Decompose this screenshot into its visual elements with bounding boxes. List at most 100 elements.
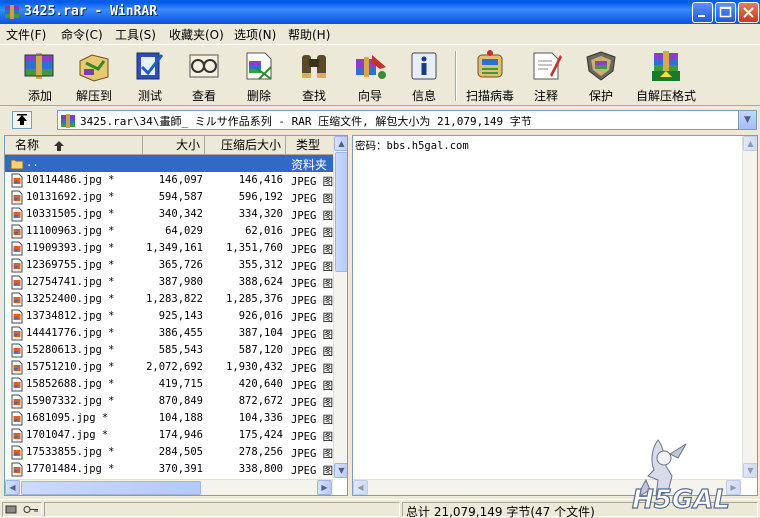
- column-packed-label: 压缩后大小: [220, 138, 281, 152]
- file-type: JPEG 图: [291, 431, 334, 443]
- comment-button[interactable]: 注释: [520, 49, 572, 103]
- view-label: 查看: [191, 89, 216, 103]
- jpeg-file-icon: [11, 190, 23, 205]
- comment-scroll-up-button[interactable]: ▲: [743, 136, 757, 151]
- up-one-level-button[interactable]: [12, 111, 32, 129]
- file-packed-size: 1,351,760: [226, 242, 283, 254]
- menu-tools[interactable]: 工具(S): [115, 26, 156, 43]
- file-rows: .. 资料夹 10114486.jpg * 146,097 146,416 JPEG 图1…: [5, 155, 335, 478]
- test-button[interactable]: 测试: [124, 49, 176, 103]
- parent-folder-row[interactable]: .. 资料夹: [5, 155, 335, 172]
- extract-to-button[interactable]: 解压到: [68, 49, 120, 103]
- window-title: 3425.rar - WinRAR: [24, 4, 158, 19]
- table-row[interactable]: 17533855.jpg * 284,505 278,256 JPEG 图: [5, 444, 335, 461]
- column-size[interactable]: 大小: [143, 136, 205, 155]
- table-row[interactable]: 15907332.jpg * 870,849 872,672 JPEG 图: [5, 393, 335, 410]
- column-packed[interactable]: 压缩后大小: [205, 136, 286, 155]
- file-type: 资料夹: [291, 158, 328, 172]
- path-text: 3425.rar\34\畫師_ ミルサ作品系列 - RAR 压缩文件, 解包大小…: [80, 115, 532, 128]
- sfx-button[interactable]: 自解压格式: [634, 49, 698, 103]
- file-type: JPEG 图: [291, 244, 334, 256]
- table-row[interactable]: 12754741.jpg * 387,980 388,624 JPEG 图: [5, 274, 335, 291]
- column-name[interactable]: 名称: [5, 136, 143, 155]
- file-name: 1701047.jpg *: [26, 429, 109, 441]
- jpeg-file-icon: [11, 309, 23, 324]
- sort-ascending-icon: [54, 141, 64, 151]
- scroll-left-button[interactable]: ◀: [5, 480, 20, 495]
- hscroll-thumb[interactable]: [21, 481, 201, 495]
- file-size: 1,283,822: [146, 293, 203, 305]
- delete-button[interactable]: 删除: [233, 49, 285, 103]
- jpeg-file-icon: [11, 462, 23, 477]
- minimize-button[interactable]: [692, 2, 713, 23]
- wizard-button[interactable]: 向导: [344, 49, 396, 103]
- menu-help[interactable]: 帮助(H): [288, 26, 330, 43]
- table-row[interactable]: 1701047.jpg * 174,946 175,424 JPEG 图: [5, 427, 335, 444]
- menu-favorites[interactable]: 收藏夹(O): [169, 26, 224, 43]
- table-row[interactable]: 12369755.jpg * 365,726 355,312 JPEG 图: [5, 257, 335, 274]
- maximize-button[interactable]: [715, 2, 736, 23]
- file-list-vscrollbar[interactable]: ▲ ▼: [333, 136, 347, 478]
- close-button[interactable]: [738, 2, 759, 23]
- table-row[interactable]: 15852688.jpg * 419,715 420,640 JPEG 图: [5, 376, 335, 393]
- toolbar: 添加 解压到 测试 查看 删除 查找 向导 信息 扫描病毒 注释 保护 自解压格…: [0, 44, 760, 106]
- table-row[interactable]: 11909393.jpg * 1,349,161 1,351,760 JPEG 图: [5, 240, 335, 257]
- path-dropdown-button[interactable]: ▼: [738, 111, 756, 129]
- title-bar[interactable]: 3425.rar - WinRAR: [0, 0, 760, 24]
- table-row[interactable]: 15751210.jpg * 2,072,692 1,930,432 JPEG 图: [5, 359, 335, 376]
- scroll-right-button[interactable]: ▶: [317, 480, 332, 495]
- file-type: JPEG 图: [291, 414, 334, 426]
- file-type: JPEG 图: [291, 448, 334, 460]
- info-button[interactable]: 信息: [398, 49, 450, 103]
- file-name: 15280613.jpg *: [26, 344, 115, 356]
- menu-commands[interactable]: 命令(C): [61, 26, 103, 43]
- add-button[interactable]: 添加: [14, 49, 66, 103]
- wizard-icon: [356, 55, 386, 79]
- table-row[interactable]: 14441776.jpg * 386,455 387,104 JPEG 图: [5, 325, 335, 342]
- sfx-label: 自解压格式: [635, 89, 696, 103]
- file-packed-size: 338,800: [238, 463, 283, 475]
- file-size: 386,455: [158, 327, 203, 339]
- file-size: 419,715: [158, 378, 203, 390]
- table-row[interactable]: 11100963.jpg * 64,029 62,016 JPEG 图: [5, 223, 335, 240]
- file-name: 1681095.jpg *: [26, 412, 109, 424]
- table-row[interactable]: 10114486.jpg * 146,097 146,416 JPEG 图: [5, 172, 335, 189]
- table-row[interactable]: 1681095.jpg * 104,188 104,336 JPEG 图: [5, 410, 335, 427]
- menu-options[interactable]: 选项(N): [234, 26, 276, 43]
- scroll-down-button[interactable]: ▼: [334, 463, 347, 478]
- scroll-up-button[interactable]: ▲: [334, 136, 347, 151]
- menu-file[interactable]: 文件(F): [6, 26, 46, 43]
- column-type[interactable]: 类型: [286, 136, 335, 155]
- file-packed-size: 62,016: [245, 225, 283, 237]
- jpeg-file-icon: [11, 292, 23, 307]
- file-list: 名称 大小 压缩后大小 类型 .. 资料夹 10114486.jpg * 146,09…: [4, 135, 348, 496]
- find-label: 查找: [301, 89, 326, 103]
- comment-vscrollbar[interactable]: ▲ ▼: [742, 136, 757, 478]
- virus-scan-button[interactable]: 扫描病毒: [463, 49, 517, 103]
- maximize-icon: [719, 6, 732, 18]
- path-combobox[interactable]: 3425.rar\34\畫師_ ミルサ作品系列 - RAR 压缩文件, 解包大小…: [57, 110, 757, 130]
- find-button[interactable]: 查找: [288, 49, 340, 103]
- file-type: JPEG 图: [291, 329, 334, 341]
- comment-scroll-left-button[interactable]: ◀: [353, 480, 368, 495]
- jpeg-file-icon: [11, 411, 23, 426]
- vscroll-thumb[interactable]: [335, 152, 347, 272]
- file-size: 365,726: [158, 259, 203, 271]
- h5gal-watermark-logo: H5GAL: [631, 439, 730, 514]
- delete-icon: [246, 52, 272, 80]
- table-row[interactable]: 10331505.jpg * 340,342 334,320 JPEG 图: [5, 206, 335, 223]
- table-row[interactable]: 17701484.jpg * 370,391 338,800 JPEG 图: [5, 461, 335, 478]
- file-packed-size: 175,424: [238, 429, 283, 441]
- view-icon: [189, 54, 219, 78]
- table-row[interactable]: 13252400.jpg * 1,283,822 1,285,376 JPEG 图: [5, 291, 335, 308]
- table-row[interactable]: 15280613.jpg * 585,543 587,120 JPEG 图: [5, 342, 335, 359]
- file-name: 13734812.jpg *: [26, 310, 115, 322]
- table-row[interactable]: 13734812.jpg * 925,143 926,016 JPEG 图: [5, 308, 335, 325]
- view-button[interactable]: 查看: [178, 49, 230, 103]
- file-size: 340,342: [158, 208, 203, 220]
- file-type: JPEG 图: [291, 397, 334, 409]
- file-size: 64,029: [165, 225, 203, 237]
- file-list-hscrollbar[interactable]: ◀ ▶: [5, 479, 333, 495]
- table-row[interactable]: 10131692.jpg * 594,587 596,192 JPEG 图: [5, 189, 335, 206]
- protect-button[interactable]: 保护: [575, 49, 627, 103]
